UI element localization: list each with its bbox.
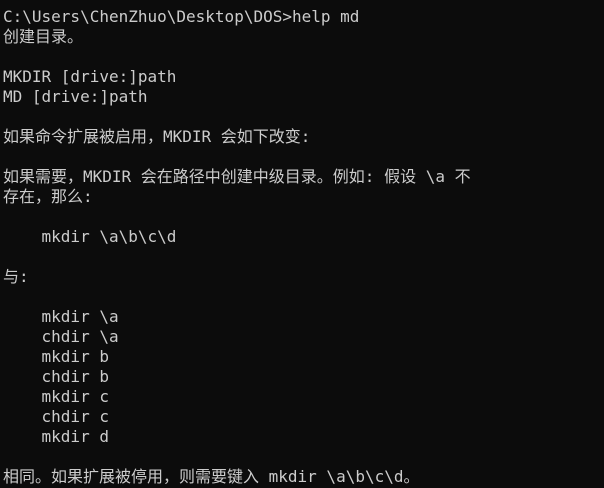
output-line: chdir c	[3, 407, 109, 426]
console-output: C:\Users\ChenZhuo\Desktop\DOS>help md 创建…	[3, 7, 604, 488]
output-line: MD [drive:]path	[3, 87, 148, 106]
output-line: 如果命令扩展被启用，MKDIR 会如下改变:	[3, 127, 311, 146]
prompt-command-line: C:\Users\ChenZhuo\Desktop\DOS>help md	[3, 7, 360, 26]
output-line: 与:	[3, 267, 29, 286]
output-line: mkdir \a\b\c\d	[3, 227, 177, 246]
output-line: 存在，那么:	[3, 187, 93, 206]
output-line: mkdir d	[3, 427, 109, 446]
output-line: MKDIR [drive:]path	[3, 67, 177, 86]
output-line: mkdir \a	[3, 307, 119, 326]
output-line: chdir \a	[3, 327, 119, 346]
output-line: mkdir b	[3, 347, 109, 366]
output-line: mkdir c	[3, 387, 109, 406]
output-line: 相同。如果扩展被停用，则需要键入 mkdir \a\b\c\d。	[3, 467, 420, 486]
output-line: chdir b	[3, 367, 109, 386]
output-line: 创建目录。	[3, 27, 84, 46]
output-line: 如果需要，MKDIR 会在路径中创建中级目录。例如: 假设 \a 不	[3, 167, 471, 186]
console-window[interactable]: C:\Users\ChenZhuo\Desktop\DOS>help md 创建…	[0, 0, 604, 488]
